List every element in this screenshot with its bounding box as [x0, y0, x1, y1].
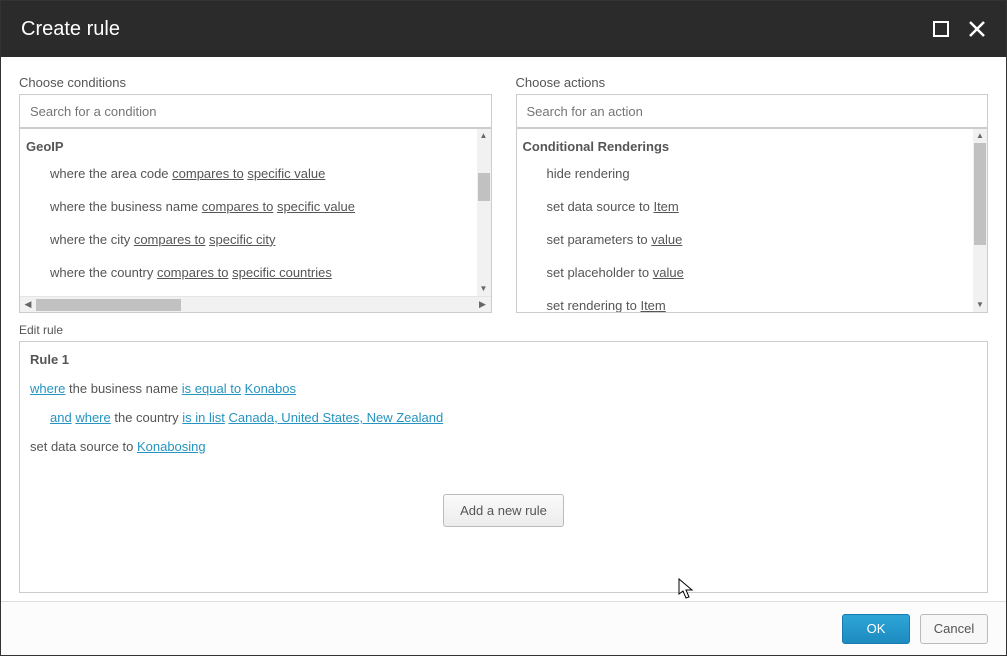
actions-vertical-scrollbar[interactable]: ▲ ▼: [973, 129, 987, 312]
rule-and-link[interactable]: and: [50, 410, 72, 425]
actions-list: Conditional Renderings hide rendering se…: [516, 128, 989, 313]
condition-item[interactable]: where the business name compares to spec…: [24, 191, 475, 224]
actions-group-header: Conditional Renderings: [521, 135, 972, 158]
condition-item[interactable]: where the city compares to specific city: [24, 224, 475, 257]
dialog-title: Create rule: [21, 18, 120, 41]
rule-where-link[interactable]: where: [75, 410, 110, 425]
titlebar: Create rule: [1, 1, 1006, 57]
action-item[interactable]: set placeholder to value: [521, 257, 972, 290]
cancel-button[interactable]: Cancel: [920, 614, 988, 644]
columns: Choose conditions GeoIP where the area c…: [19, 75, 988, 313]
condition-item[interactable]: where the area code compares to specific…: [24, 158, 475, 191]
titlebar-actions: [932, 20, 986, 38]
conditions-vertical-scrollbar[interactable]: ▲ ▼: [477, 129, 491, 296]
ok-button[interactable]: OK: [842, 614, 910, 644]
edit-rule-panel: Rule 1 where the business name is equal …: [19, 341, 988, 593]
actions-label: Choose actions: [516, 75, 989, 90]
conditions-list: GeoIP where the area code compares to sp…: [19, 128, 492, 313]
add-new-rule-button[interactable]: Add a new rule: [443, 494, 564, 527]
rule-value-link[interactable]: Konabos: [245, 381, 296, 396]
action-item[interactable]: set rendering to Item: [521, 290, 972, 312]
actions-search-input[interactable]: [516, 94, 989, 128]
dialog-content: Choose conditions GeoIP where the area c…: [1, 57, 1006, 601]
rule-value-link[interactable]: Konabosing: [137, 439, 206, 454]
rule-name: Rule 1: [30, 350, 977, 377]
rule-action-line: set data source to Konabosing: [30, 435, 977, 464]
close-icon[interactable]: [968, 20, 986, 38]
create-rule-dialog: Create rule Choose conditions GeoIP wher…: [0, 0, 1007, 656]
condition-item[interactable]: where the country compares to specific c…: [24, 257, 475, 290]
rule-operator-link[interactable]: is in list: [182, 410, 225, 425]
rule-where-link[interactable]: where: [30, 381, 65, 396]
edit-rule-label: Edit rule: [19, 323, 988, 337]
action-item[interactable]: set data source to Item: [521, 191, 972, 224]
conditions-label: Choose conditions: [19, 75, 492, 90]
rule-value-link[interactable]: Canada, United States, New Zealand: [229, 410, 444, 425]
actions-column: Choose actions Conditional Renderings hi…: [516, 75, 989, 313]
maximize-icon[interactable]: [932, 20, 950, 38]
conditions-search-input[interactable]: [19, 94, 492, 128]
rule-operator-link[interactable]: is equal to: [182, 381, 241, 396]
conditions-horizontal-scrollbar[interactable]: ◀ ▶: [20, 296, 491, 312]
conditions-column: Choose conditions GeoIP where the area c…: [19, 75, 492, 313]
conditions-group-header: GeoIP: [24, 135, 475, 158]
action-item[interactable]: set parameters to value: [521, 224, 972, 257]
dialog-footer: OK Cancel: [1, 601, 1006, 655]
rule-condition-line: and where the country is in list Canada,…: [30, 406, 977, 435]
rule-condition-line: where the business name is equal to Kona…: [30, 377, 977, 406]
action-item[interactable]: hide rendering: [521, 158, 972, 191]
